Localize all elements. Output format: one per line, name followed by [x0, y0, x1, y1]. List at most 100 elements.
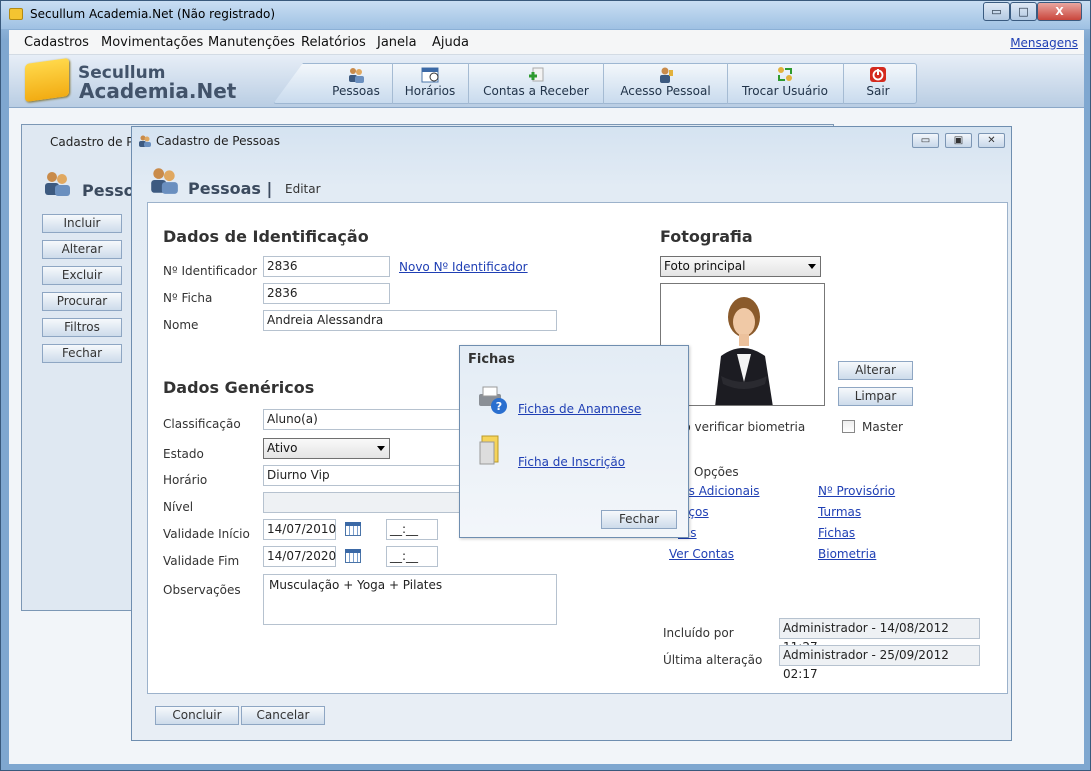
- cancelar-button[interactable]: Cancelar: [241, 706, 325, 725]
- classificacao-label: Classificação: [163, 417, 241, 431]
- title-bar[interactable]: Secullum Academia.Net (Não registrado) ▭…: [1, 1, 1090, 29]
- incluido-field: Administrador - 14/08/2012 11:27: [779, 618, 980, 654]
- id-label: Nº Identificador: [163, 264, 258, 278]
- printer-help-icon: ?: [479, 386, 507, 414]
- opcoes-title: Opções: [694, 465, 739, 479]
- validade-inicio-field[interactable]: 14/07/2010: [263, 519, 336, 540]
- fotografia-heading: Fotografia: [660, 227, 753, 246]
- ficha-inscricao-link[interactable]: Ficha de Inscrição: [518, 455, 625, 469]
- foto-select-value: Foto principal: [664, 259, 746, 273]
- opcao-dados-adicionais-link[interactable]: los Adicionais: [678, 484, 760, 498]
- observacoes-label: Observações: [163, 583, 241, 597]
- horario-label: Horário: [163, 473, 208, 487]
- app-icon: [9, 8, 23, 20]
- toolbar-acesso-button[interactable]: Acesso Pessoal: [603, 63, 727, 104]
- validade-inicio-time[interactable]: __:__: [386, 519, 438, 540]
- minimize-button[interactable]: ▭: [983, 2, 1010, 21]
- menu-relatorios[interactable]: Relatórios: [301, 35, 366, 50]
- photo-limpar-button[interactable]: Limpar: [838, 387, 913, 406]
- biometria-link[interactable]: Biometria: [818, 547, 876, 561]
- ficha-label: Nº Ficha: [163, 291, 213, 305]
- horario-field[interactable]: Diurno Vip: [263, 465, 463, 486]
- toolbar-horarios-button[interactable]: Horários: [392, 63, 467, 104]
- turmas-link[interactable]: Turmas: [818, 505, 861, 519]
- calendar-icon[interactable]: [345, 549, 361, 563]
- main-window: Secullum Academia.Net (Não registrado) ▭…: [0, 0, 1091, 771]
- menu-manutencoes[interactable]: Manutenções: [208, 35, 295, 50]
- foto-select[interactable]: Foto principal: [660, 256, 821, 277]
- photo-alterar-button[interactable]: Alterar: [838, 361, 913, 380]
- excluir-button[interactable]: Excluir: [42, 266, 122, 285]
- people-icon: [45, 172, 70, 196]
- alterar-button[interactable]: Alterar: [42, 240, 122, 259]
- toolbar-acesso-label: Acesso Pessoal: [620, 84, 711, 98]
- menu-cadastros[interactable]: Cadastros: [24, 35, 89, 50]
- estado-label: Estado: [163, 447, 204, 461]
- close-button[interactable]: X: [1037, 2, 1082, 21]
- validade-fim-label: Validade Fim: [163, 554, 240, 568]
- people-icon: [139, 135, 151, 147]
- switch-user-icon: [778, 67, 792, 81]
- master-checkbox[interactable]: [842, 420, 855, 433]
- incluir-button[interactable]: Incluir: [42, 214, 122, 233]
- classificacao-field[interactable]: Aluno(a): [263, 409, 463, 430]
- toolbar-contas-label: Contas a Receber: [483, 84, 589, 98]
- toolbar-trocar-label: Trocar Usuário: [742, 84, 828, 98]
- add-money-icon: [529, 67, 544, 82]
- dialog-close-button[interactable]: ✕: [978, 133, 1005, 148]
- toolbar-trocar-button[interactable]: Trocar Usuário: [727, 63, 842, 104]
- menu-ajuda[interactable]: Ajuda: [432, 35, 469, 50]
- schedule-icon: [421, 67, 439, 83]
- nome-label: Nome: [163, 318, 199, 332]
- novo-id-link[interactable]: Novo Nº Identificador: [399, 260, 528, 274]
- logo-icon: [25, 57, 69, 103]
- master-label: Master: [862, 420, 903, 434]
- toolbar-sair-label: Sair: [866, 84, 890, 98]
- alteracao-label: Última alteração: [663, 653, 763, 667]
- messages-link[interactable]: Mensagens: [1010, 36, 1078, 50]
- maximize-button[interactable]: □: [1010, 2, 1037, 21]
- menu-movimentacoes[interactable]: Movimentações: [101, 35, 203, 50]
- nivel-label: Nível: [163, 500, 194, 514]
- toolbar-pessoas-label: Pessoas: [332, 84, 380, 98]
- ficha-field[interactable]: 2836: [263, 283, 390, 304]
- nome-field[interactable]: Andreia Alessandra: [263, 310, 557, 331]
- toolbar-contas-button[interactable]: Contas a Receber: [468, 63, 603, 104]
- observacoes-field[interactable]: Musculação + Yoga + Pilates: [263, 574, 557, 625]
- validade-fim-field[interactable]: 14/07/2020: [263, 546, 336, 567]
- toolbar-pessoas-button[interactable]: Pessoas: [321, 63, 391, 104]
- people-icon: [151, 168, 178, 194]
- genericos-heading: Dados Genéricos: [163, 378, 315, 397]
- fichas-popup: Fichas ? Fichas de Anamnese Ficha de Ins…: [459, 345, 689, 538]
- fechar-button[interactable]: Fechar: [42, 344, 122, 363]
- toolbar-sair-button[interactable]: Sair: [843, 63, 912, 104]
- n-provisorio-link[interactable]: Nº Provisório: [818, 484, 895, 498]
- power-icon: [870, 67, 886, 82]
- toolbar: Secullum Academia.Net Pessoas Horários C…: [9, 55, 1084, 108]
- dialog-heading: Pessoas |: [188, 179, 273, 198]
- fichas-anamnese-link[interactable]: Fichas de Anamnese: [518, 402, 641, 416]
- dialog-maximize-button[interactable]: ▣: [945, 133, 972, 148]
- dialog-minimize-button[interactable]: ▭: [912, 133, 939, 148]
- logo-text-academia: Academia.Net: [79, 79, 237, 103]
- document-icon: [479, 435, 499, 465]
- calendar-icon[interactable]: [345, 522, 361, 536]
- fichas-popup-title: Fichas: [468, 352, 515, 367]
- people-icon: [349, 68, 364, 83]
- biometria-label: ão verificar biometria: [676, 420, 806, 434]
- validade-fim-time[interactable]: __:__: [386, 546, 438, 567]
- id-field[interactable]: 2836: [263, 256, 390, 277]
- svg-text:?: ?: [496, 400, 502, 413]
- menu-janela[interactable]: Janela: [377, 35, 417, 50]
- estado-select[interactable]: Ativo: [263, 438, 390, 459]
- menu-bar: Cadastros Movimentações Manutenções Rela…: [9, 30, 1084, 55]
- concluir-button[interactable]: Concluir: [155, 706, 239, 725]
- window-title: Secullum Academia.Net (Não registrado): [30, 7, 276, 21]
- fichas-fechar-button[interactable]: Fechar: [601, 510, 677, 529]
- dialog-mode: Editar: [285, 182, 321, 196]
- procurar-button[interactable]: Procurar: [42, 292, 122, 311]
- filtros-button[interactable]: Filtros: [42, 318, 122, 337]
- nivel-field[interactable]: [263, 492, 463, 513]
- ver-contas-link[interactable]: Ver Contas: [669, 547, 734, 561]
- fichas-link[interactable]: Fichas: [818, 526, 855, 540]
